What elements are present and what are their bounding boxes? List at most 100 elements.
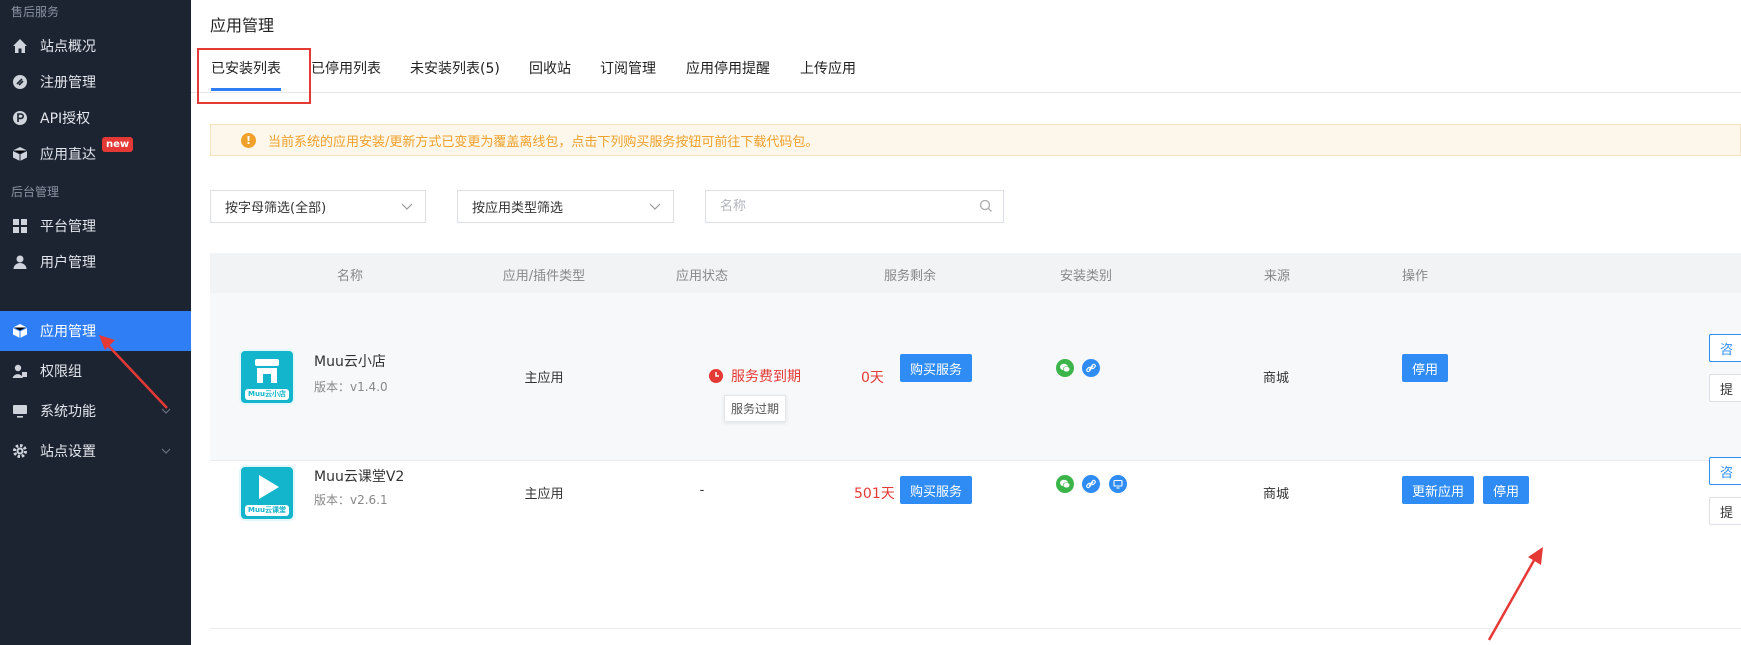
- status-tooltip: 服务过期: [724, 395, 787, 422]
- chevron-down-icon: [649, 200, 661, 216]
- app-version: 版本：v2.6.1: [314, 493, 388, 507]
- sidebar-item-label: API授权: [40, 111, 91, 127]
- app-type: 主应用: [524, 371, 564, 386]
- tab-recycle-bin[interactable]: 回收站: [529, 58, 571, 78]
- buy-service-button[interactable]: 购买服务: [900, 354, 972, 382]
- column-header-status: 应用状态: [675, 269, 729, 284]
- remaining-days: 501天: [854, 486, 895, 502]
- notice-bar: ! 当前系统的应用安装/更新方式已变更为覆盖离线包，点击下列购买服务按钮可前往下…: [210, 124, 1741, 156]
- chevron-down-icon: [161, 444, 171, 460]
- type-filter-value: 按应用类型筛选: [472, 201, 564, 216]
- submit-button[interactable]: 提: [1709, 374, 1741, 402]
- home-icon: [12, 38, 28, 54]
- column-header-actions: 操作: [1401, 269, 1429, 284]
- column-header-type: 应用/插件类型: [502, 269, 586, 284]
- column-header-install-type: 安装类别: [1059, 269, 1113, 284]
- search-icon[interactable]: [979, 199, 993, 217]
- sidebar-item-site-settings[interactable]: 站点设置: [0, 431, 191, 471]
- app-logo-caption: Muu云小店: [245, 389, 289, 400]
- gear-icon: [12, 443, 28, 459]
- sidebar-item-label: 系统功能: [40, 404, 96, 420]
- column-header-name: 名称: [336, 269, 364, 284]
- app-status-text: 服务费到期: [731, 369, 801, 385]
- monitor-icon: [12, 403, 28, 419]
- app-name: Muu云课堂V2: [314, 469, 405, 485]
- app-type: 主应用: [524, 487, 564, 502]
- sidebar-item-label: 应用直达: [40, 147, 96, 163]
- sidebar-item-api[interactable]: API授权: [0, 98, 191, 138]
- tab-uninstalled[interactable]: 未安装列表(5): [410, 58, 500, 78]
- app-source: 商城: [1262, 487, 1290, 502]
- disable-button[interactable]: 停用: [1402, 354, 1448, 382]
- sidebar-item-label: 应用管理: [40, 324, 96, 340]
- play-icon: [259, 475, 279, 499]
- remaining-days: 0天: [861, 370, 884, 386]
- annotation-box: [197, 48, 311, 104]
- table-row: Muu云小店 Muu云小店 版本：v1.4.0 主应用 服务费到期 服务过期 0…: [210, 293, 1741, 461]
- main-content: 应用管理 已安装列表 已停用列表 未安装列表(5) 回收站 订阅管理 应用停用提…: [191, 0, 1741, 645]
- letter-filter-value: 按字母筛选(全部): [225, 201, 327, 216]
- sidebar: 售后服务 站点概况 注册管理 API授权 应用直达 new 后台管理 平台管理: [0, 0, 191, 645]
- sidebar-item-register[interactable]: 注册管理: [0, 62, 191, 102]
- grid-icon: [12, 218, 28, 234]
- sidebar-section-backend: 后台管理: [11, 185, 60, 199]
- page-title: 应用管理: [210, 16, 275, 35]
- sidebar-item-overview[interactable]: 站点概况: [0, 26, 191, 66]
- sidebar-item-platform[interactable]: 平台管理: [0, 206, 191, 246]
- app-status: 服务费到期: [709, 366, 801, 386]
- app-logo: Muu云课堂: [239, 465, 295, 521]
- buy-service-button[interactable]: 购买服务: [900, 476, 972, 504]
- table-header: 名称 应用/插件类型 应用状态 服务剩余 安装类别 来源 操作: [210, 253, 1741, 293]
- app-logo-caption: Muu云课堂: [245, 505, 289, 516]
- shop-icon: [255, 359, 279, 383]
- consult-button[interactable]: 咨: [1709, 334, 1741, 362]
- search-input[interactable]: [720, 199, 960, 214]
- letter-filter-select[interactable]: 按字母筛选(全部): [210, 190, 426, 223]
- sidebar-item-label: 站点概况: [40, 39, 96, 55]
- wechat-icon: [1056, 475, 1074, 493]
- consult-button[interactable]: 咨: [1709, 457, 1741, 485]
- sidebar-item-label: 注册管理: [40, 75, 96, 91]
- register-icon: [12, 74, 28, 90]
- link-icon: [1082, 475, 1100, 493]
- pc-icon: [1109, 475, 1127, 493]
- sidebar-item-label: 站点设置: [40, 444, 96, 460]
- sidebar-item-users[interactable]: 用户管理: [0, 242, 191, 282]
- tab-disable-reminder[interactable]: 应用停用提醒: [686, 58, 770, 78]
- wechat-icon: [1056, 359, 1074, 377]
- type-filter-select[interactable]: 按应用类型筛选: [457, 190, 674, 223]
- notice-text: 当前系统的应用安装/更新方式已变更为覆盖离线包，点击下列购买服务按钮可前往下载代…: [268, 134, 819, 150]
- column-header-source: 来源: [1263, 269, 1291, 284]
- app-name: Muu云小店: [314, 354, 386, 370]
- search-box: [705, 190, 1004, 223]
- tab-disabled[interactable]: 已停用列表: [311, 58, 381, 78]
- sidebar-item-label: 权限组: [40, 364, 82, 380]
- new-badge: new: [102, 137, 134, 152]
- column-header-remaining: 服务剩余: [883, 269, 937, 284]
- app-status: -: [699, 483, 705, 498]
- clock-icon: [709, 369, 723, 383]
- sidebar-section-aftersales: 售后服务: [11, 5, 60, 19]
- app-logo: Muu云小店: [239, 349, 295, 405]
- api-icon: [12, 110, 28, 126]
- link-icon: [1082, 359, 1100, 377]
- submit-button[interactable]: 提: [1709, 497, 1741, 525]
- cube-icon: [12, 323, 28, 339]
- box-icon: [12, 146, 28, 162]
- sidebar-item-app-direct[interactable]: 应用直达 new: [0, 134, 191, 174]
- warning-icon: !: [241, 132, 256, 148]
- user-icon: [12, 254, 28, 270]
- annotation-arrow: [99, 335, 168, 409]
- tab-bar: 已安装列表 已停用列表 未安装列表(5) 回收站 订阅管理 应用停用提醒 上传应…: [191, 50, 1741, 93]
- annotation-arrow: [1487, 547, 1543, 641]
- tab-subscription[interactable]: 订阅管理: [600, 58, 656, 78]
- chevron-down-icon: [401, 200, 413, 216]
- disable-button[interactable]: 停用: [1483, 476, 1529, 504]
- app-version: 版本：v1.4.0: [314, 380, 388, 394]
- sidebar-item-label: 用户管理: [40, 255, 96, 271]
- tab-upload[interactable]: 上传应用: [800, 58, 856, 78]
- update-app-button[interactable]: 更新应用: [1402, 476, 1474, 504]
- sidebar-item-label: 平台管理: [40, 219, 96, 235]
- app-source: 商城: [1262, 371, 1290, 386]
- permission-icon: [12, 363, 28, 379]
